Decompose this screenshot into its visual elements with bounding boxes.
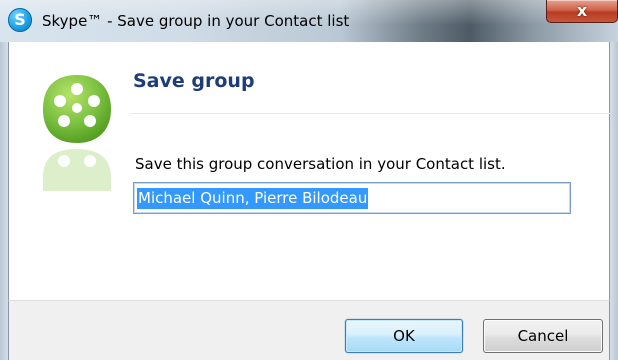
group-name-input[interactable]: Michael Quinn, Pierre Bilodeau [133,182,571,214]
skype-logo-reflection-icon [43,149,111,191]
close-icon: x [576,1,588,20]
instruction-text: Save this group conversation in your Con… [135,155,506,173]
window-frame-right [610,42,618,360]
close-button[interactable]: x [546,0,618,23]
header-divider [130,113,610,114]
skype-icon-glyph: S [14,10,26,29]
dialog-body: Save group Save this group conversation … [8,42,610,300]
skype-group-logo-icon [43,75,111,143]
dialog-heading: Save group [133,70,255,92]
cancel-button[interactable]: Cancel [483,319,603,353]
window-title: Skype™ - Save group in your Contact list [42,12,350,30]
save-group-dialog: S Skype™ - Save group in your Contact li… [0,0,618,360]
ok-button[interactable]: OK [345,319,463,353]
title-bar[interactable]: S Skype™ - Save group in your Contact li… [0,0,618,42]
dialog-footer: OK Cancel [8,300,610,360]
group-name-selected-text: Michael Quinn, Pierre Bilodeau [137,187,369,209]
window-frame-left [0,42,8,360]
skype-icon[interactable]: S [8,8,32,32]
